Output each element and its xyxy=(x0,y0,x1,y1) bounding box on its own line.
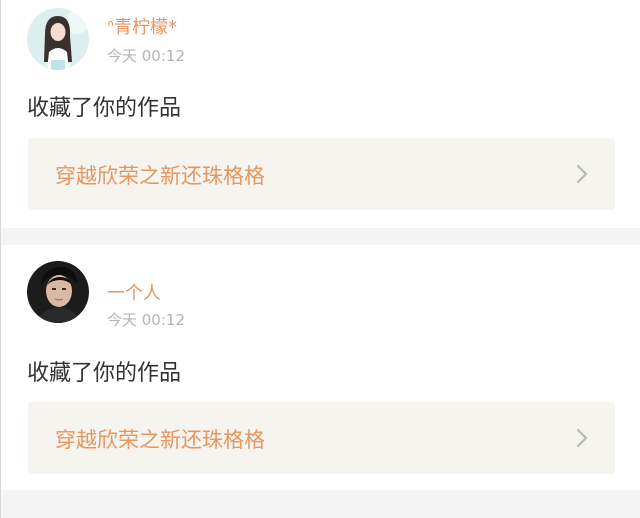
work-link[interactable]: 穿越欣荣之新还珠格格 xyxy=(28,402,615,474)
avatar-man-icon xyxy=(27,261,89,323)
avatar-woman-icon xyxy=(27,8,89,70)
username[interactable]: 一个人 xyxy=(107,279,161,305)
action-text: 收藏了你的作品 xyxy=(27,361,182,386)
chevron-right-icon xyxy=(576,428,588,448)
chevron-right-icon xyxy=(576,164,588,184)
notification-item: 一个人 今天 00:12 收藏了你的作品 穿越欣荣之新还珠格格 xyxy=(1,245,640,490)
username[interactable]: ᐢ青柠檬* xyxy=(107,13,177,39)
avatar[interactable] xyxy=(27,261,89,323)
divider xyxy=(1,228,640,245)
timestamp: 今天 00:12 xyxy=(107,311,185,329)
action-text: 收藏了你的作品 xyxy=(27,96,182,121)
divider xyxy=(1,490,640,518)
work-title: 穿越欣荣之新还珠格格 xyxy=(55,164,265,188)
notification-item: ᐢ青柠檬* 今天 00:12 收藏了你的作品 穿越欣荣之新还珠格格 xyxy=(1,0,640,228)
avatar[interactable] xyxy=(27,8,89,70)
work-link[interactable]: 穿越欣荣之新还珠格格 xyxy=(28,138,615,210)
timestamp: 今天 00:12 xyxy=(107,47,185,65)
work-title: 穿越欣荣之新还珠格格 xyxy=(55,428,265,452)
notification-feed: ᐢ青柠檬* 今天 00:12 收藏了你的作品 穿越欣荣之新还珠格格 一个人 今天… xyxy=(0,0,640,518)
